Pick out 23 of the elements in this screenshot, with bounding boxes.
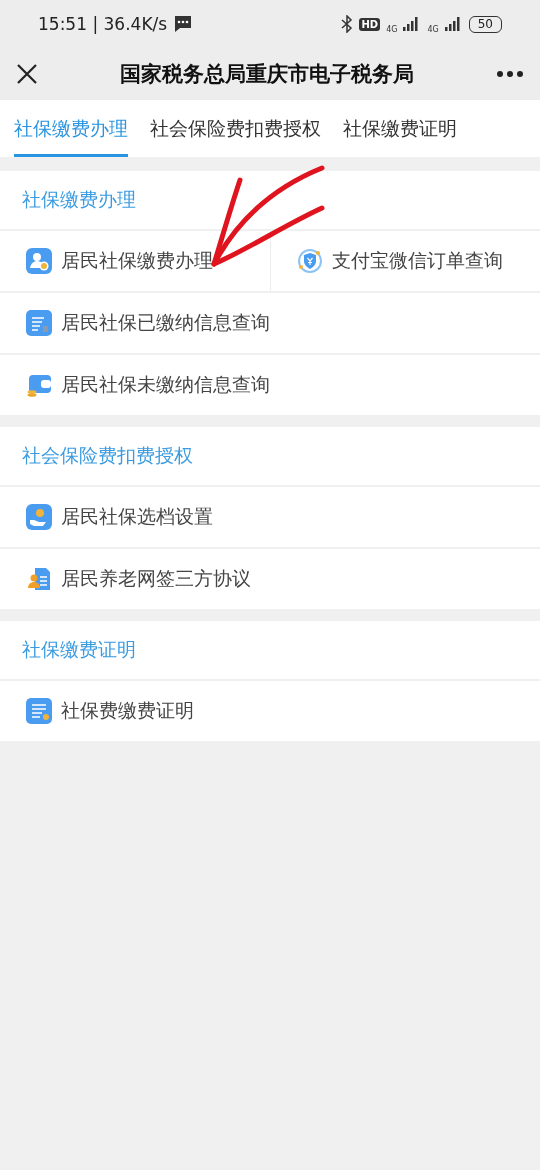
page-title: 国家税务总局重庆市电子税务局 — [119, 61, 415, 88]
status-time: 15:51 | 36.4K/s — [38, 14, 168, 34]
tab[interactable]: 社保缴费证明 — [343, 100, 457, 157]
close-icon[interactable] — [16, 63, 38, 85]
section-title: 社会保险费扣费授权 — [22, 443, 193, 468]
message-icon — [173, 15, 194, 33]
hand-coin-icon — [26, 504, 52, 530]
list-document-icon — [26, 698, 52, 724]
wallet-icon — [26, 372, 52, 398]
network-label: 4G — [427, 24, 439, 34]
network-label: 4G — [386, 24, 398, 34]
section-title: 社保缴费办理 — [22, 187, 136, 212]
section-title: 社保缴费证明 — [22, 637, 136, 662]
person-coin-icon — [26, 248, 52, 274]
bluetooth-icon — [341, 15, 354, 33]
hd-badge: HD — [359, 17, 381, 31]
shield-icon — [296, 248, 323, 274]
battery-level: 50 — [468, 15, 502, 33]
tab[interactable]: 社会保险费扣费授权 — [150, 100, 321, 157]
signal-icon — [444, 17, 463, 31]
document-icon — [26, 310, 52, 336]
more-icon[interactable] — [496, 70, 524, 78]
contract-icon — [26, 566, 52, 592]
